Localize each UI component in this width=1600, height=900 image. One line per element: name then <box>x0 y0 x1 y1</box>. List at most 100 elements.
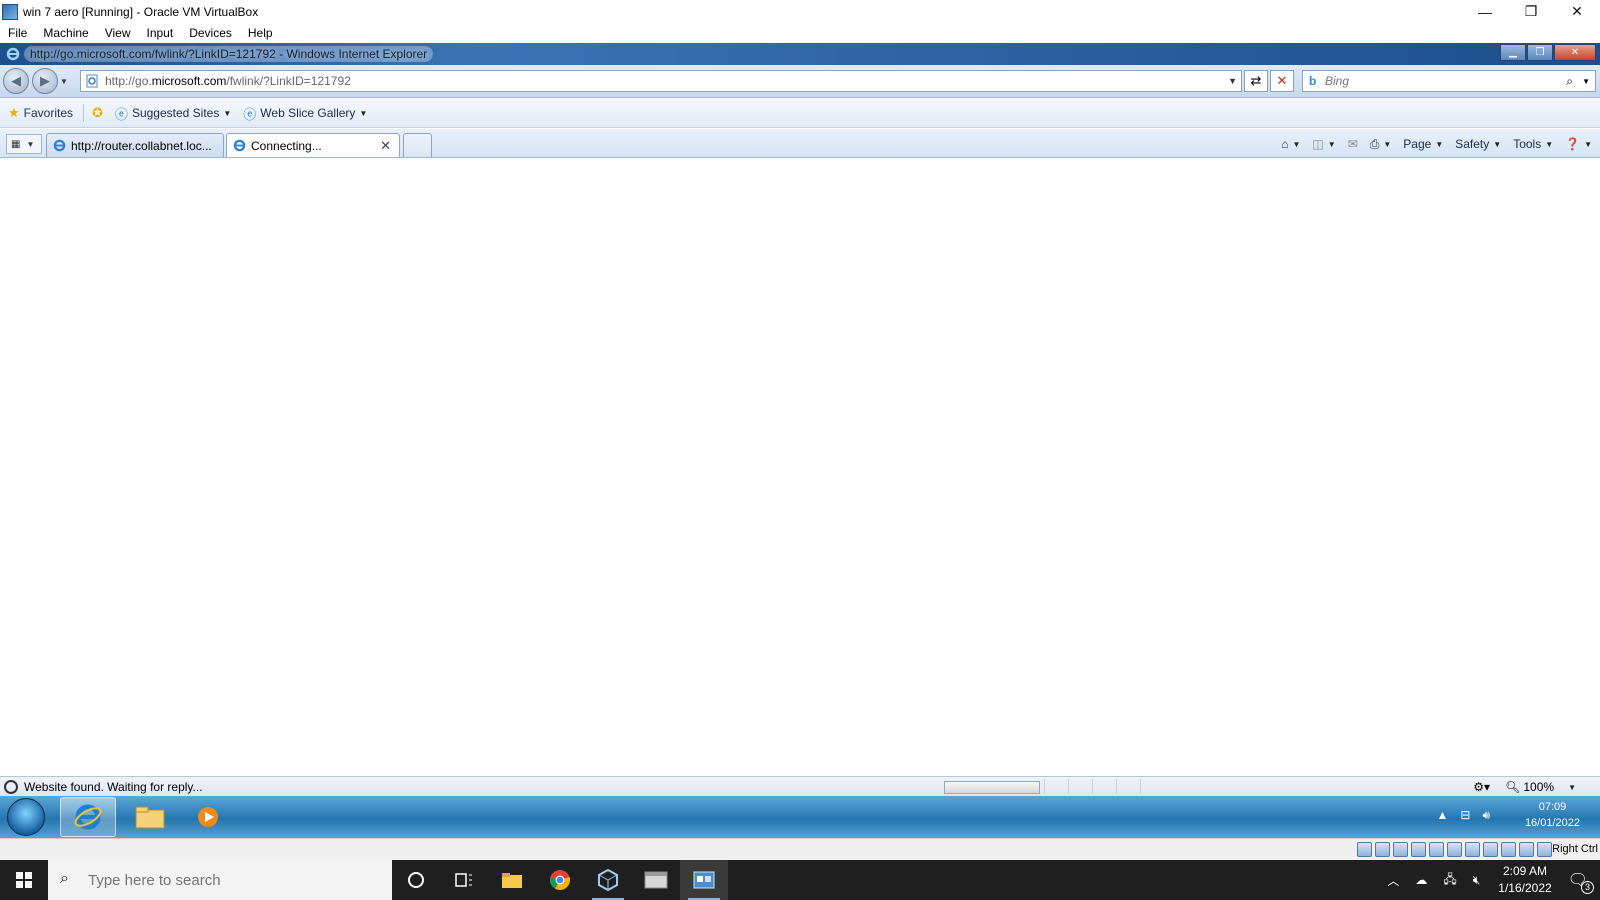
tab-bar: ▦ ▼ http://router.collabnet.loc... Conne… <box>0 129 1600 158</box>
win7-start-orb[interactable] <box>7 798 45 836</box>
vm-window-button[interactable] <box>680 860 728 900</box>
onedrive-icon[interactable]: ☁ <box>1415 873 1427 887</box>
chrome-icon <box>549 870 570 890</box>
recording-icon[interactable] <box>1483 842 1498 857</box>
keyboard-icon[interactable] <box>1537 842 1552 857</box>
favorites-label: Favorites <box>23 106 74 120</box>
back-button[interactable]: ◀ <box>3 68 29 94</box>
host-search-input[interactable] <box>88 871 368 889</box>
virtualbox-manager-button[interactable] <box>584 860 632 900</box>
print-button[interactable]: ⎙ ▼ <box>1370 137 1392 152</box>
page-content[interactable] <box>0 159 1600 818</box>
host-search-box[interactable]: ⌕ <box>48 860 392 900</box>
stop-button[interactable]: ✕ <box>1270 70 1294 92</box>
favorites-bar: ★ Favorites ✪ ⓔ Suggested Sites ▼ ⓔ Web … <box>0 99 1600 128</box>
ie-close-button[interactable]: ✕ <box>1554 44 1596 61</box>
add-to-favorites-bar-button[interactable]: ✪ <box>92 105 107 121</box>
tools-menu-label: Tools <box>1513 137 1542 151</box>
menu-view[interactable]: View <box>105 26 131 40</box>
restore-button[interactable]: ❐ <box>1508 0 1554 23</box>
search-icon: ⌕ <box>60 870 69 887</box>
tools-menu-button[interactable]: Tools ▼ <box>1513 137 1553 151</box>
address-url: http://go.microsoft.com/fwlink/?LinkID=1… <box>105 74 351 88</box>
web-slice-gallery-button[interactable]: ⓔ Web Slice Gallery ▼ <box>243 104 367 123</box>
optical-drive-icon[interactable] <box>1375 842 1390 857</box>
mouse-integration-icon[interactable] <box>1519 842 1534 857</box>
recent-pages-dropdown[interactable]: ▼ <box>58 77 70 86</box>
guest-display[interactable]: http://go.microsoft.com/fwlink/?LinkID=1… <box>0 43 1600 838</box>
usb-icon[interactable] <box>1429 842 1444 857</box>
read-mail-button[interactable]: ✉ <box>1348 137 1358 151</box>
audio-icon[interactable] <box>1393 842 1408 857</box>
web-slice-gallery-label: Web Slice Gallery <box>260 106 356 120</box>
network-icon[interactable]: ⊟ <box>1460 808 1470 823</box>
search-input[interactable] <box>1325 74 1555 88</box>
show-hidden-icons[interactable]: ︿ <box>1387 872 1399 889</box>
help-button[interactable]: ❓ ▼ <box>1565 137 1592 151</box>
host-system-tray: ︿ ☁ 🖧︎ 🔇︎ 2:09 AM 1/16/2022 🗨︎ 3 <box>1379 860 1594 900</box>
ie-restore-button[interactable]: ❐ <box>1527 44 1553 61</box>
menu-machine[interactable]: Machine <box>43 26 88 40</box>
menu-devices[interactable]: Devices <box>189 26 232 40</box>
host-key-label[interactable]: Right Ctrl <box>1552 843 1598 855</box>
menu-input[interactable]: Input <box>147 26 174 40</box>
ie-status-bar: Website found. Waiting for reply... ⚙▾ 🔍… <box>0 776 1600 796</box>
home-button[interactable]: ⌂ ▼ <box>1281 137 1300 151</box>
show-hidden-icons[interactable]: ▲ <box>1436 808 1448 823</box>
loading-clock-icon <box>4 779 18 794</box>
host-taskbar: ⌕ ︿ ☁ 🖧︎ 🔇︎ 2:09 AM 1/16/2022 <box>0 860 1600 900</box>
close-button[interactable]: ✕ <box>1554 0 1600 23</box>
hard-disk-icon[interactable] <box>1357 842 1372 857</box>
win7-taskbar: ▲ ⊟ 🔊︎ 07:09 16/01/2022 <box>0 796 1600 838</box>
win7-clock[interactable]: 07:09 16/01/2022 <box>1525 799 1580 831</box>
close-tab-icon[interactable]: ✕ <box>380 138 391 154</box>
divider <box>83 104 85 122</box>
action-center-button[interactable]: 🗨︎ 3 <box>1568 870 1594 894</box>
task-view-button[interactable] <box>440 860 488 900</box>
feeds-button[interactable]: ◫ ▼ <box>1312 137 1335 151</box>
menu-help[interactable]: Help <box>248 26 273 40</box>
forward-button[interactable]: ▶ <box>32 68 58 94</box>
volume-icon[interactable]: 🔊︎ <box>1482 808 1490 823</box>
cortana-button[interactable] <box>392 860 440 900</box>
zoom-control[interactable]: 🔍︎ 100% ▼ <box>1505 780 1576 794</box>
vt-x-icon[interactable] <box>1501 842 1516 857</box>
bing-icon: b <box>1309 74 1317 88</box>
search-box[interactable]: b ⌕ ▼ <box>1302 70 1596 92</box>
volume-muted-icon[interactable]: 🔇︎ <box>1473 873 1481 888</box>
protected-mode-icon[interactable]: ⚙▾ <box>1473 780 1490 794</box>
shared-folders-icon[interactable] <box>1447 842 1462 857</box>
file-explorer-button[interactable] <box>488 860 536 900</box>
notification-count-badge: 3 <box>1581 881 1594 894</box>
ie-minimize-button[interactable]: ▁ <box>1500 44 1526 61</box>
search-icon[interactable]: ⌕ <box>1566 74 1573 89</box>
safety-menu-button[interactable]: Safety ▼ <box>1455 137 1501 151</box>
host-clock[interactable]: 2:09 AM 1/16/2022 <box>1498 863 1551 897</box>
taskbar-media-player-button[interactable] <box>180 797 236 837</box>
favorites-button[interactable]: ★ Favorites <box>8 105 73 121</box>
taskbar-explorer-button[interactable] <box>122 797 178 837</box>
address-dropdown[interactable]: ▼ <box>1228 76 1237 86</box>
network-adapter-icon[interactable] <box>1411 842 1426 857</box>
taskbar-ie-button[interactable] <box>60 797 116 837</box>
new-tab-button[interactable] <box>403 133 432 157</box>
tab-connecting[interactable]: Connecting... ✕ <box>226 133 400 157</box>
suggested-sites-button[interactable]: ⓔ Suggested Sites ▼ <box>115 104 231 123</box>
win7-date: 16/01/2022 <box>1524 817 1580 829</box>
display-icon[interactable] <box>1465 842 1480 857</box>
quick-tabs-button[interactable]: ▦ ▼ <box>6 134 42 154</box>
network-icon[interactable]: 🖧︎ <box>1443 870 1456 891</box>
compatibility-view-button[interactable]: ⇄ <box>1244 70 1268 92</box>
minimize-button[interactable]: — <box>1462 0 1508 23</box>
search-dropdown[interactable]: ▼ <box>1582 77 1590 86</box>
start-button[interactable] <box>0 860 48 900</box>
chevron-down-icon: ▼ <box>1383 139 1392 149</box>
app-window-button[interactable] <box>632 860 680 900</box>
tab-router[interactable]: http://router.collabnet.loc... <box>46 133 224 157</box>
address-bar[interactable]: http://go.microsoft.com/fwlink/?LinkID=1… <box>80 70 1242 92</box>
menu-file[interactable]: File <box>8 26 27 40</box>
chrome-button[interactable] <box>536 860 584 900</box>
ie-window-title: http://go.microsoft.com/fwlink/?LinkID=1… <box>24 46 434 62</box>
suggested-sites-label: Suggested Sites <box>131 106 220 120</box>
page-menu-button[interactable]: Page ▼ <box>1403 137 1443 151</box>
